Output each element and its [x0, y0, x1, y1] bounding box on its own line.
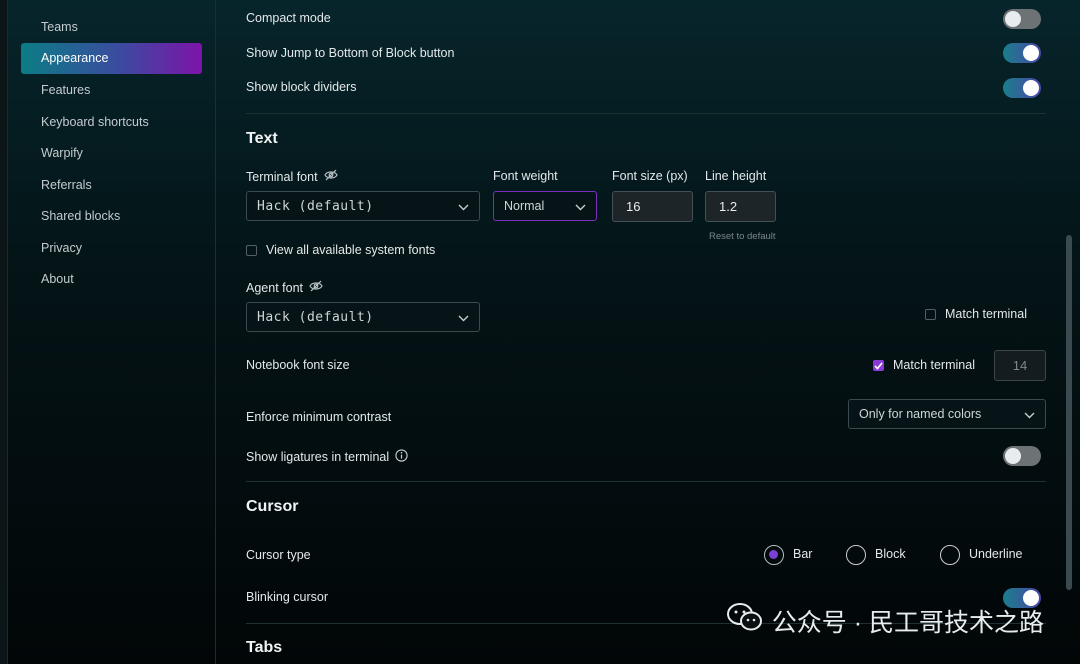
- terminal-font-select[interactable]: Hack (default): [246, 191, 480, 221]
- compact-mode-label: Compact mode: [246, 11, 331, 25]
- cursor-type-label: Cursor type: [246, 548, 311, 562]
- compact-mode-toggle[interactable]: [1003, 9, 1041, 29]
- terminal-font-label-text: Terminal font: [246, 169, 318, 184]
- sidebar-item-keyboard-shortcuts[interactable]: Keyboard shortcuts: [21, 107, 202, 138]
- font-weight-select[interactable]: Normal: [493, 191, 597, 221]
- sidebar-item-privacy[interactable]: Privacy: [21, 233, 202, 264]
- reset-to-default-link[interactable]: Reset to default: [709, 231, 776, 242]
- sidebar-item-features[interactable]: Features: [21, 75, 202, 106]
- sidebar-item-warpify[interactable]: Warpify: [21, 138, 202, 169]
- ligatures-label: Show ligatures in terminal: [246, 449, 408, 465]
- font-weight-label: Font weight: [493, 169, 558, 183]
- block-dividers-toggle[interactable]: [1003, 78, 1041, 98]
- font-size-input[interactable]: 16: [612, 191, 693, 222]
- terminal-font-value: Hack (default): [257, 198, 374, 214]
- chevron-down-icon: [1024, 407, 1035, 422]
- line-height-input[interactable]: 1.2: [705, 191, 776, 222]
- check-icon: [874, 361, 883, 370]
- cursor-section-title: Cursor: [246, 498, 299, 515]
- chevron-down-icon: [458, 310, 469, 325]
- notebook-font-size-input[interactable]: 14: [994, 350, 1046, 381]
- watermark-text: 公众号 · 民工哥技术之路: [771, 608, 1044, 637]
- min-contrast-select[interactable]: Only for named colors: [848, 399, 1046, 429]
- ligatures-toggle[interactable]: [1003, 446, 1041, 466]
- blinking-cursor-label: Blinking cursor: [246, 590, 328, 604]
- notebook-match-terminal-checkbox[interactable]: [873, 360, 884, 371]
- agent-match-terminal-checkbox[interactable]: [925, 309, 936, 320]
- min-contrast-value: Only for named colors: [859, 407, 982, 421]
- terminal-font-label: Terminal font: [246, 169, 338, 184]
- text-section-title: Text: [246, 130, 278, 147]
- cursor-type-bar-radio[interactable]: [764, 545, 784, 565]
- cursor-type-block-radio[interactable]: [846, 545, 866, 565]
- block-dividers-label: Show block dividers: [246, 80, 357, 94]
- divider: [246, 113, 1046, 114]
- window-edge: [0, 0, 8, 664]
- tabs-section-title: Tabs: [246, 639, 283, 656]
- cursor-type-underline-label: Underline: [969, 547, 1023, 561]
- agent-font-label: Agent font: [246, 280, 323, 295]
- eye-off-icon: [309, 280, 323, 295]
- chevron-down-icon: [575, 199, 586, 214]
- agent-font-select[interactable]: Hack (default): [246, 302, 480, 332]
- agent-font-value: Hack (default): [257, 309, 374, 325]
- jump-to-bottom-label: Show Jump to Bottom of Block button: [246, 46, 455, 60]
- settings-content: Compact mode Show Jump to Bottom of Bloc…: [216, 0, 1072, 664]
- info-icon[interactable]: [395, 449, 408, 465]
- line-height-label: Line height: [705, 169, 767, 183]
- ligatures-label-text: Show ligatures in terminal: [246, 450, 390, 464]
- font-weight-value: Normal: [504, 199, 545, 213]
- sidebar-item-about[interactable]: About: [21, 264, 202, 295]
- settings-sidebar: Teams Appearance Features Keyboard short…: [8, 0, 216, 664]
- scrollbar[interactable]: [1066, 235, 1072, 590]
- sidebar-item-referrals[interactable]: Referrals: [21, 170, 202, 201]
- agent-match-terminal-label: Match terminal: [945, 307, 1027, 321]
- cursor-type-underline-radio[interactable]: [940, 545, 960, 565]
- agent-font-label-text: Agent font: [246, 280, 303, 295]
- cursor-type-block-label: Block: [875, 547, 906, 561]
- eye-off-icon: [323, 169, 338, 184]
- cursor-type-bar-label: Bar: [793, 547, 813, 561]
- view-system-fonts-checkbox[interactable]: [246, 245, 257, 256]
- chevron-down-icon: [458, 199, 469, 214]
- notebook-font-size-label: Notebook font size: [246, 358, 350, 372]
- notebook-match-terminal-label: Match terminal: [893, 358, 975, 372]
- wechat-icon: [726, 601, 764, 640]
- sidebar-item-appearance[interactable]: Appearance: [21, 43, 202, 74]
- min-contrast-label: Enforce minimum contrast: [246, 410, 392, 424]
- view-system-fonts-label: View all available system fonts: [266, 243, 436, 257]
- sidebar-item-shared-blocks[interactable]: Shared blocks: [21, 201, 202, 232]
- watermark: 公众号 · 民工哥技术之路: [726, 601, 1044, 640]
- sidebar-item-teams[interactable]: Teams: [21, 12, 202, 43]
- jump-to-bottom-toggle[interactable]: [1003, 43, 1041, 63]
- font-size-label: Font size (px): [612, 169, 688, 183]
- divider: [246, 481, 1046, 482]
